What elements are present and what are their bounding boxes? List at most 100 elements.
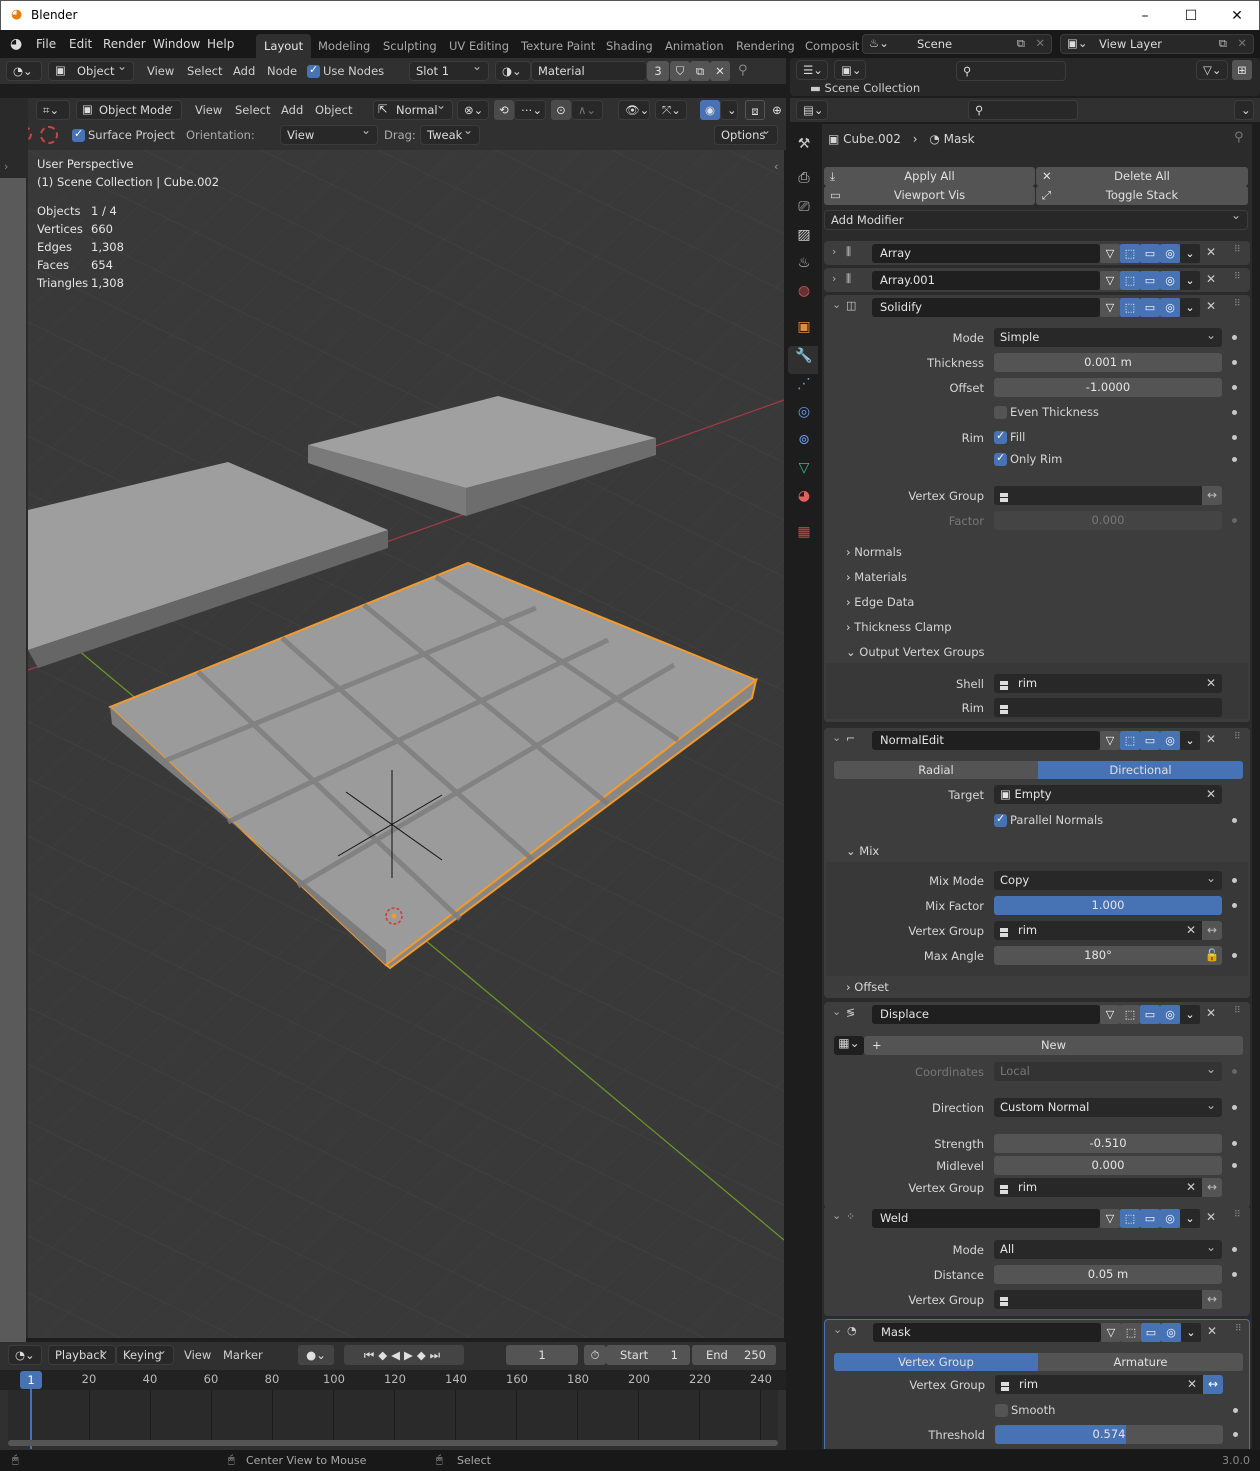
modifier-name-field[interactable]: Mask bbox=[873, 1323, 1101, 1342]
drag-handle-icon[interactable]: ⠿ bbox=[1234, 245, 1241, 255]
start-frame-field[interactable]: Start 1 bbox=[606, 1345, 690, 1365]
subpanel-mix[interactable]: ⌄ Mix bbox=[846, 844, 879, 858]
animate-dot-icon[interactable] bbox=[1232, 878, 1237, 883]
unlink-material-icon[interactable]: ✕ bbox=[710, 61, 730, 81]
current-frame-field[interactable]: 1 bbox=[506, 1345, 578, 1365]
timeline-scrollbar[interactable] bbox=[8, 1440, 778, 1446]
sidebar-toggle-icon[interactable]: ‹ bbox=[774, 160, 778, 173]
menu-file[interactable]: File bbox=[36, 37, 56, 51]
view-layer-selector[interactable]: ▣⌄ View Layer ⧉ ✕ bbox=[1060, 34, 1254, 54]
weld-mode-dropdown[interactable]: All bbox=[994, 1238, 1222, 1259]
edit-cage-icon[interactable]: ▽ bbox=[1100, 271, 1120, 290]
expand-chevron-icon[interactable]: › bbox=[832, 272, 836, 285]
vertex-group-field[interactable]: rim ✕ bbox=[994, 1178, 1202, 1197]
minimize-button[interactable]: – bbox=[1125, 5, 1165, 27]
object-mode-selector[interactable]: ▣ Object Mode bbox=[76, 100, 182, 120]
subpanel-normals[interactable]: › Normals bbox=[846, 545, 902, 559]
render-icon[interactable]: ◎ bbox=[1160, 244, 1180, 263]
view-layer-tab-icon[interactable]: ▨ bbox=[794, 225, 814, 245]
timeline-menu-view[interactable]: View bbox=[184, 1348, 211, 1362]
3d-viewport[interactable]: User Perspective (1) Scene Collection | … bbox=[28, 150, 784, 1338]
invert-vertex-group-icon[interactable]: ↔ bbox=[1202, 486, 1222, 505]
play-reverse-icon[interactable]: ◀ bbox=[391, 1348, 404, 1362]
new-collection-icon[interactable]: ⊞ bbox=[1232, 60, 1252, 80]
delete-all-button[interactable]: ✕ Delete All bbox=[1036, 167, 1248, 186]
animate-dot-icon[interactable] bbox=[1232, 953, 1237, 958]
rim-vertex-group-field[interactable] bbox=[994, 698, 1222, 717]
remove-modifier-icon[interactable]: ✕ bbox=[1206, 272, 1216, 286]
constraints-tab-icon[interactable]: ⊚ bbox=[794, 430, 814, 450]
vertex-group-field[interactable]: rim ✕ bbox=[995, 1375, 1203, 1394]
viewport-editor-type[interactable]: ⌗⌄ bbox=[36, 100, 70, 120]
physics-tab-icon[interactable]: ◎ bbox=[794, 402, 814, 422]
shader-menu-view[interactable]: View bbox=[147, 64, 174, 78]
modifier-name-field[interactable]: NormalEdit bbox=[872, 731, 1100, 750]
modifier-name-field[interactable]: Solidify bbox=[872, 298, 1100, 317]
pin-icon[interactable]: ⚲ bbox=[738, 63, 748, 78]
animate-dot-icon[interactable] bbox=[1232, 1272, 1237, 1277]
snap-toggle-icon[interactable]: ⟲ bbox=[494, 100, 514, 120]
vertex-group-field[interactable]: rim ✕ bbox=[994, 921, 1202, 940]
render-icon[interactable]: ◎ bbox=[1161, 1323, 1181, 1342]
animate-dot-icon[interactable] bbox=[1232, 1069, 1237, 1074]
drag-handle-icon[interactable]: ⠿ bbox=[1234, 272, 1241, 282]
outliner-editor-type[interactable]: ☰⌄ bbox=[796, 60, 828, 80]
animate-dot-icon[interactable] bbox=[1232, 1105, 1237, 1110]
mode-dropdown[interactable]: Simple bbox=[994, 326, 1222, 347]
outliner-search-input[interactable]: ⚲ bbox=[956, 61, 1066, 81]
expand-toolbar-icon[interactable]: › bbox=[4, 160, 8, 173]
menu-help[interactable]: Help bbox=[207, 37, 234, 51]
clear-field-icon[interactable]: ✕ bbox=[1186, 921, 1196, 940]
overlay-toggle-icon[interactable]: ◉ bbox=[700, 100, 720, 120]
coordinates-dropdown[interactable]: Local bbox=[994, 1060, 1222, 1081]
edit-mode-icon[interactable]: ⬚ bbox=[1120, 1005, 1140, 1024]
direction-dropdown[interactable]: Custom Normal bbox=[994, 1096, 1222, 1117]
animate-dot-icon[interactable] bbox=[1232, 335, 1237, 340]
menu-window[interactable]: Window bbox=[153, 37, 200, 51]
realtime-icon[interactable]: ▭ bbox=[1140, 271, 1160, 290]
modifier-menu-icon[interactable]: ⌄ bbox=[1180, 244, 1200, 263]
overlay-dropdown[interactable]: ⌄ bbox=[720, 100, 738, 120]
armature-mode-button[interactable]: Armature bbox=[1038, 1353, 1243, 1371]
realtime-icon[interactable]: ▭ bbox=[1140, 298, 1160, 317]
shader-menu-add[interactable]: Add bbox=[233, 64, 255, 78]
clear-field-icon[interactable]: ✕ bbox=[1186, 1178, 1196, 1197]
output-tab-icon[interactable]: ⎚ bbox=[794, 197, 814, 217]
subpanel-edge-data[interactable]: › Edge Data bbox=[846, 595, 914, 609]
render-tab-icon[interactable]: ⎙ bbox=[794, 168, 814, 188]
expand-chevron-icon[interactable]: › bbox=[832, 245, 836, 258]
animate-dot-icon[interactable] bbox=[1232, 410, 1237, 415]
clear-field-icon[interactable]: ✕ bbox=[1206, 785, 1216, 804]
target-field[interactable]: ▣ Empty ✕ bbox=[994, 785, 1222, 804]
midlevel-field[interactable]: 0.000 bbox=[994, 1156, 1222, 1175]
tab-modeling[interactable]: Modeling bbox=[310, 34, 378, 58]
render-icon[interactable]: ◎ bbox=[1160, 1005, 1180, 1024]
properties-options-dropdown[interactable]: ⌄ bbox=[1234, 100, 1254, 120]
drag-handle-icon[interactable]: ⠿ bbox=[1234, 732, 1241, 742]
modifier-menu-icon[interactable]: ⌄ bbox=[1180, 731, 1200, 750]
animate-dot-icon[interactable] bbox=[1232, 385, 1237, 390]
proportional-edit-icon[interactable]: ⊙ bbox=[551, 100, 571, 120]
shading-wireframe-icon[interactable]: ⊕ bbox=[768, 100, 786, 120]
toggle-stack-button[interactable]: ⤢ Toggle Stack bbox=[1036, 186, 1248, 205]
tab-sculpting[interactable]: Sculpting bbox=[375, 34, 445, 58]
invert-vertex-group-icon[interactable]: ↔ bbox=[1202, 1290, 1222, 1309]
shell-vertex-group-field[interactable]: rim ✕ bbox=[994, 674, 1222, 693]
remove-modifier-icon[interactable]: ✕ bbox=[1206, 1210, 1216, 1224]
prev-keyframe-icon[interactable]: ◆ bbox=[378, 1348, 391, 1362]
texture-tab-icon[interactable]: ▦ bbox=[794, 522, 814, 542]
play-icon[interactable]: ▶ bbox=[404, 1348, 417, 1362]
remove-modifier-icon[interactable]: ✕ bbox=[1206, 732, 1216, 746]
animate-dot-icon[interactable] bbox=[1232, 435, 1237, 440]
apply-all-button[interactable]: ⤓ Apply All bbox=[824, 167, 1035, 186]
drag-handle-icon[interactable]: ⠿ bbox=[1235, 1324, 1242, 1334]
pivot-point-selector[interactable]: ⊗⌄ bbox=[457, 100, 489, 120]
snap-target-selector[interactable]: ⋯⌄ bbox=[514, 100, 546, 120]
smooth-checkbox[interactable] bbox=[995, 1404, 1008, 1417]
tab-compositing[interactable]: Composit bbox=[797, 34, 867, 58]
collapse-chevron-icon[interactable]: ⌄ bbox=[832, 1209, 841, 1222]
timeline-editor-type[interactable]: ◔⌄ bbox=[8, 1345, 42, 1365]
viewport-vis-button[interactable]: ▭ Viewport Vis bbox=[824, 186, 1035, 205]
realtime-icon[interactable]: ▭ bbox=[1140, 731, 1160, 750]
viewport-menu-add[interactable]: Add bbox=[281, 103, 303, 117]
